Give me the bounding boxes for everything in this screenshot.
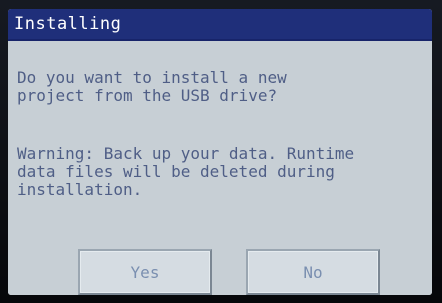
warning-line-1: Warning: Back up your data. Runtime: [17, 144, 355, 163]
device-bezel: Installing Do you want to install a new …: [0, 0, 442, 303]
dialog-content: Do you want to install a new project fro…: [8, 41, 432, 295]
question-line-2: project from the USB drive?: [17, 86, 278, 105]
touch-screen: Installing Do you want to install a new …: [8, 9, 432, 295]
dialog-titlebar: Installing: [8, 9, 432, 41]
yes-button[interactable]: Yes: [78, 249, 212, 295]
warning-line-3: installation.: [17, 180, 143, 199]
warning-line-2: data files will be deleted during: [17, 162, 335, 181]
no-button[interactable]: No: [246, 249, 380, 295]
dialog-title: Installing: [14, 14, 122, 34]
question-line-1: Do you want to install a new: [17, 68, 287, 87]
